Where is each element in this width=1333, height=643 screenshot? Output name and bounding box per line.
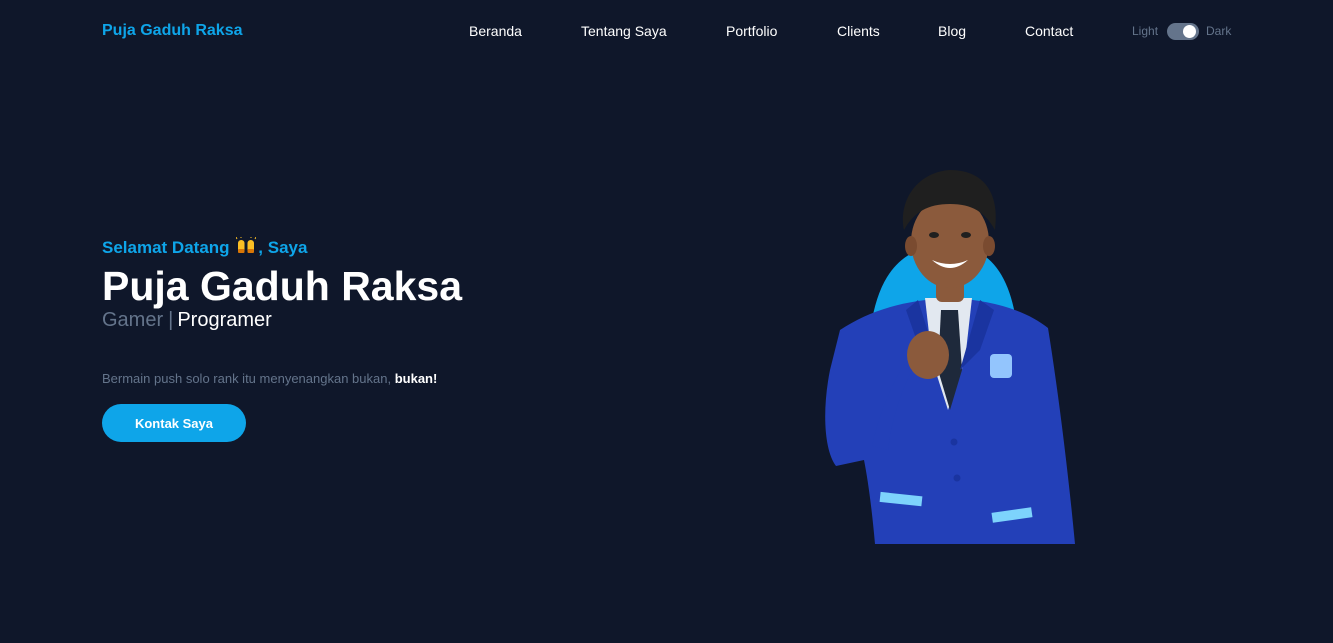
nav-link-portfolio[interactable]: Portfolio (726, 23, 777, 39)
hero-roles: Gamer | Programer (102, 309, 272, 332)
toggle-knob (1183, 25, 1196, 38)
contact-me-button[interactable]: Kontak Saya (102, 404, 246, 442)
theme-dark-label: Dark (1206, 24, 1232, 38)
nav-link-clients[interactable]: Clients (837, 23, 880, 39)
hero-portrait (800, 160, 1100, 550)
navbar: Puja Gaduh Raksa Beranda Tentang Saya Po… (0, 0, 1333, 62)
raising-hands-icon (235, 236, 257, 255)
theme-light-label: Light (1132, 24, 1159, 38)
hero-greeting: Selamat Datang , Saya (102, 236, 308, 258)
tagline-text: Bermain push solo rank itu menyenangkan … (102, 371, 392, 386)
brand-logo-link[interactable]: Puja Gaduh Raksa (102, 22, 243, 40)
nav-link-blog[interactable]: Blog (938, 23, 966, 39)
theme-toggle: Light Dark (1132, 22, 1242, 42)
theme-toggle-switch[interactable] (1167, 23, 1199, 40)
role-primary: Programer (177, 309, 272, 331)
greeting-suffix: , Saya (258, 238, 308, 257)
role-secondary: Gamer (102, 309, 164, 331)
nav-link-contact[interactable]: Contact (1025, 23, 1073, 39)
nav-link-beranda[interactable]: Beranda (469, 23, 522, 39)
nav-link-tentang-saya[interactable]: Tentang Saya (581, 23, 667, 39)
greeting-text: Selamat Datang (102, 238, 230, 257)
role-separator: | (168, 309, 174, 331)
hero-name: Puja Gaduh Raksa (102, 263, 463, 309)
tagline-emphasis: bukan! (394, 371, 438, 386)
hero-tagline: Bermain push solo rank itu menyenangkan … (102, 371, 437, 386)
